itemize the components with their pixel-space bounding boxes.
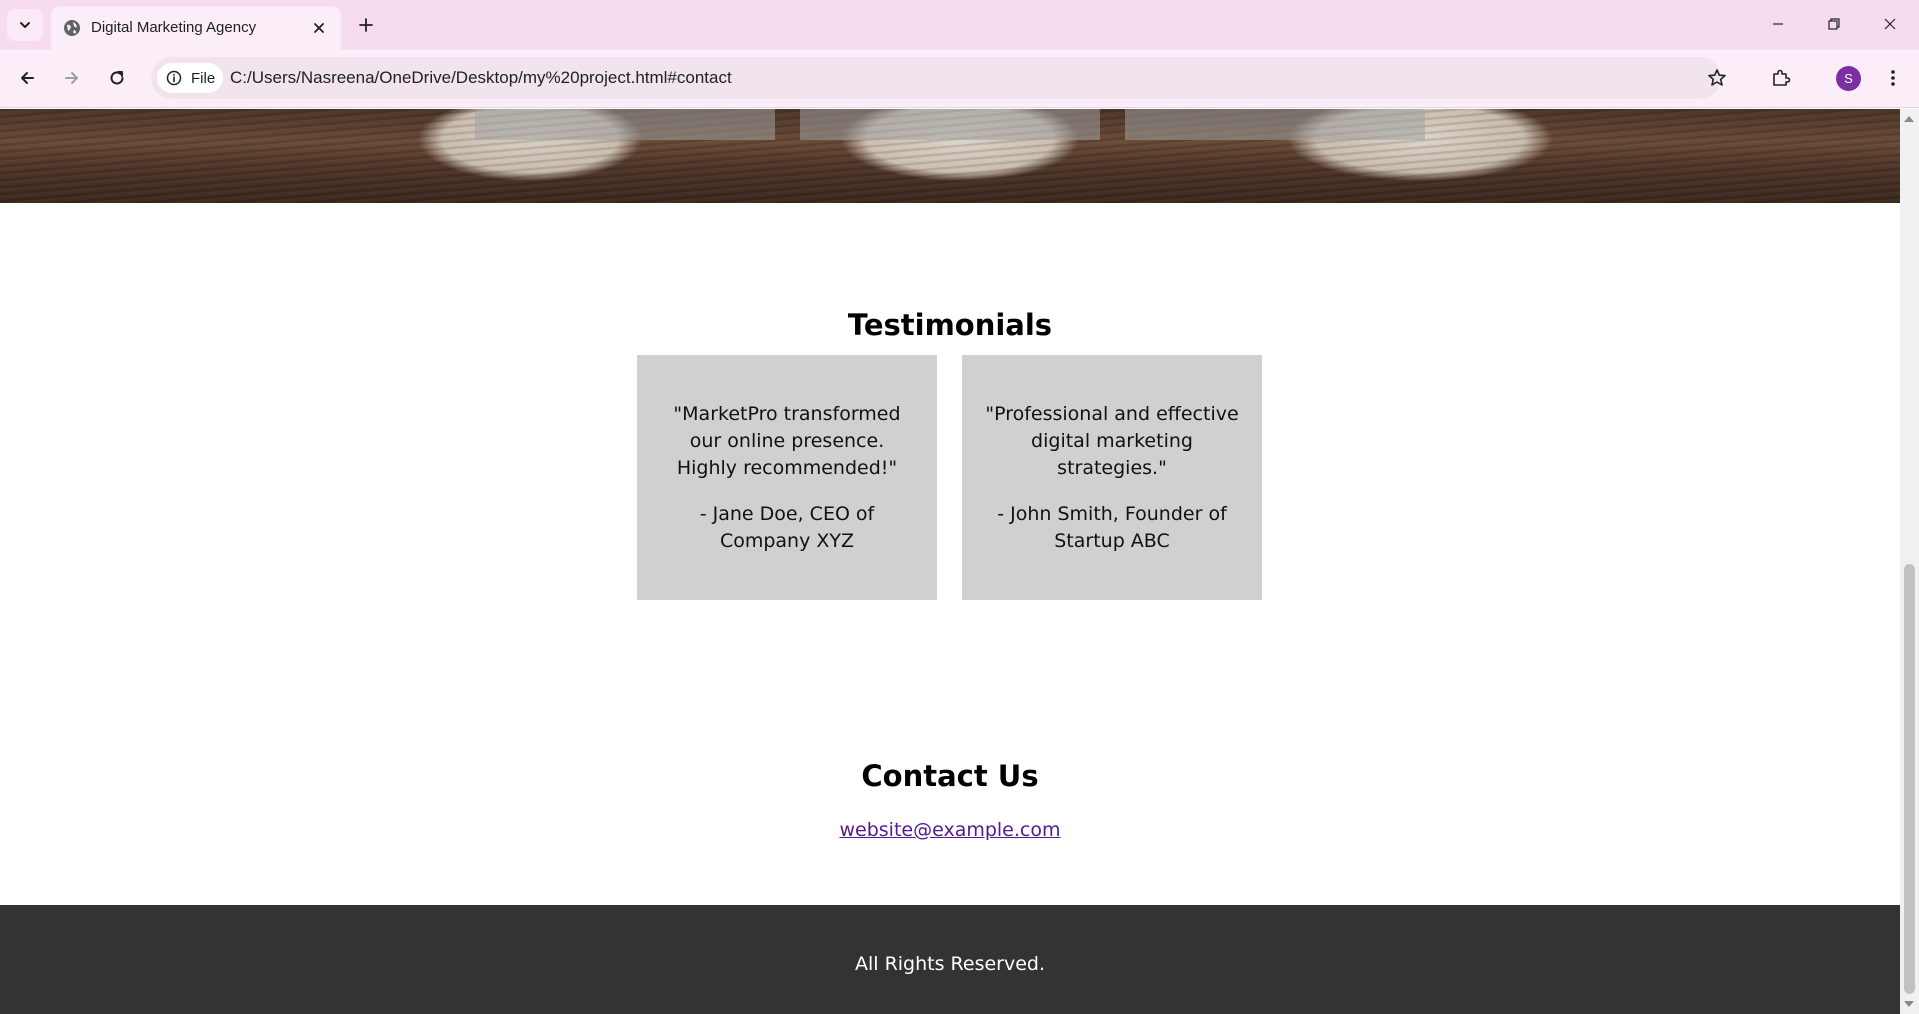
close-icon — [314, 23, 324, 33]
info-icon — [166, 70, 182, 86]
testimonial-quote: "Professional and effective digital mark… — [985, 403, 1239, 479]
footer-text: All Rights Reserved. — [854, 953, 1046, 975]
scroll-down-arrow-icon[interactable] — [1904, 1001, 1914, 1007]
restore-icon — [1828, 18, 1840, 30]
service-card-overlay — [800, 109, 1100, 140]
reload-icon — [110, 71, 124, 85]
url-text[interactable]: C:/Users/Nasreena/OneDrive/Desktop/my%20… — [230, 68, 732, 88]
scroll-up-arrow-icon[interactable] — [1904, 116, 1914, 122]
site-chip-label: File — [191, 70, 216, 87]
scrollbar-thumb[interactable] — [1904, 564, 1915, 994]
tab-title: Digital Marketing Agency — [91, 19, 257, 36]
close-tab-button[interactable] — [309, 18, 329, 38]
profile-avatar[interactable]: S — [1836, 66, 1861, 91]
browser-toolbar: File C:/Users/Nasreena/OneDrive/Desktop/… — [0, 50, 1919, 108]
testimonial-author: - John Smith, Founder of Startup ABC — [997, 503, 1227, 552]
minimize-button[interactable] — [1750, 0, 1806, 48]
star-icon — [1708, 69, 1726, 86]
testimonials-heading: Testimonials — [847, 308, 1053, 342]
new-tab-button[interactable] — [352, 11, 380, 39]
plus-icon — [359, 18, 373, 32]
window-close-button[interactable] — [1862, 0, 1918, 48]
chevron-down-icon — [20, 22, 30, 28]
contact-heading: Contact Us — [861, 759, 1039, 793]
testimonial-card: "MarketPro transformed our online presen… — [637, 355, 937, 600]
bookmark-button[interactable] — [1700, 61, 1734, 95]
footer: All Rights Reserved. — [0, 905, 1900, 1014]
site-info-chip[interactable]: File — [157, 63, 223, 93]
page-viewport: Testimonials "MarketPro transformed our … — [0, 109, 1900, 1014]
testimonial-author: - Jane Doe, CEO of Company XYZ — [699, 503, 875, 552]
close-icon — [1884, 18, 1896, 30]
service-card-overlay — [475, 109, 775, 140]
address-bar[interactable]: File C:/Users/Nasreena/OneDrive/Desktop/… — [151, 57, 1726, 99]
testimonial-card: "Professional and effective digital mark… — [962, 355, 1262, 600]
forward-button[interactable] — [55, 61, 89, 95]
tab-search-button[interactable] — [7, 9, 43, 41]
globe-icon — [64, 20, 80, 36]
contact-email-link[interactable]: website@example.com — [839, 819, 1060, 841]
contact-email-row: website@example.com — [0, 819, 1900, 841]
active-tab[interactable]: Digital Marketing Agency — [51, 6, 341, 50]
minimize-icon — [1773, 23, 1783, 25]
browser-menu-button[interactable] — [1878, 61, 1908, 95]
hero-background-image — [0, 109, 1900, 203]
puzzle-icon — [1773, 69, 1791, 86]
testimonial-quote: "MarketPro transformed our online presen… — [673, 403, 901, 479]
extensions-button[interactable] — [1764, 61, 1798, 95]
vertical-scrollbar[interactable] — [1900, 109, 1919, 1014]
arrow-right-icon — [65, 72, 78, 84]
back-button[interactable] — [10, 61, 44, 95]
more-vert-icon — [1891, 70, 1895, 86]
arrow-left-icon — [21, 72, 34, 84]
reload-button[interactable] — [100, 61, 134, 95]
service-card-overlay — [1125, 109, 1425, 140]
restore-button[interactable] — [1806, 0, 1862, 48]
tab-strip: Digital Marketing Agency — [0, 0, 1919, 50]
